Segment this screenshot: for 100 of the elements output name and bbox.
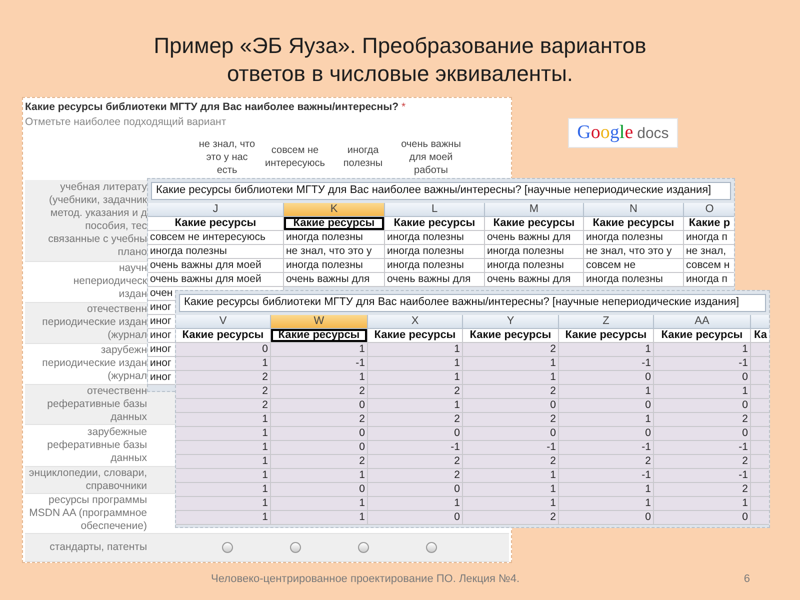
table-cell: 2	[463, 455, 559, 469]
table-cell: иногда п	[684, 231, 734, 245]
table-cell: -1	[368, 441, 463, 455]
docs-logo: Google docs	[568, 118, 678, 148]
table-cell: 2	[271, 413, 368, 427]
table-cell: очень важны для моей	[148, 259, 284, 273]
table-cell: не знал,	[684, 245, 734, 259]
option-label: очень важны для моей работы	[400, 138, 462, 177]
column-header[interactable]: K	[284, 203, 385, 217]
table-cell: -1	[463, 441, 559, 455]
table-cell: иногда полезны	[284, 259, 385, 273]
table-cell: 1	[559, 385, 654, 399]
column-header[interactable]: Y	[463, 315, 559, 329]
table-cell: очень важны для	[485, 273, 584, 287]
table-cell: 2	[271, 455, 368, 469]
column-header[interactable]: Z	[559, 315, 654, 329]
table-cell: 1	[271, 511, 368, 525]
column-header[interactable]: W	[271, 315, 368, 329]
table-cell: 1	[271, 343, 368, 357]
table-cell: 0	[368, 511, 463, 525]
table-cell: 2	[368, 469, 463, 483]
table-cell: не знал, что это у	[284, 245, 385, 259]
table-cell: 0	[654, 427, 751, 441]
table-cell: 2	[176, 385, 271, 399]
question-text: Какие ресурсы библиотеки МГТУ для Вас наиболее важны/интересны? *	[25, 101, 407, 113]
table-cell: 2	[368, 455, 463, 469]
column-header[interactable]: V	[176, 315, 271, 329]
table-cell: 2	[368, 413, 463, 427]
hint-text: Отметьте наиболее подходящий вариант	[25, 116, 228, 128]
column-header[interactable]: J	[148, 203, 284, 217]
table-cell: 0	[271, 427, 368, 441]
header-cell: Какие ресурсы	[284, 217, 385, 231]
table-cell: -1	[654, 441, 751, 455]
header-cell: Какие ресурсы	[463, 329, 559, 343]
table-cell: иногда полезны	[385, 259, 485, 273]
table-cell: совсем не интересуюсь	[148, 231, 284, 245]
table-cell: 2	[368, 385, 463, 399]
radio-button[interactable]	[426, 542, 436, 554]
column-header[interactable]: N	[584, 203, 684, 217]
row-label: зарубежные реферативные базы данных	[46, 426, 147, 465]
header-cell: Какие ресурсы	[271, 329, 368, 343]
table-cell: иногда полезны	[385, 231, 485, 245]
table-cell: иногда полезны	[148, 245, 284, 259]
table-cell: очень важны для	[385, 273, 485, 287]
radio-button[interactable]	[290, 542, 300, 554]
table-cell: 1	[463, 371, 559, 385]
column-header[interactable]	[751, 315, 769, 329]
table-cell: 0	[463, 399, 559, 413]
table-cell: 1	[559, 343, 654, 357]
table-cell: 0	[559, 511, 654, 525]
radio-button[interactable]	[358, 542, 368, 554]
table-cell: 1	[176, 455, 271, 469]
table-cell: 1	[271, 497, 368, 511]
table-cell: 1	[176, 427, 271, 441]
table-cell: 0	[654, 371, 751, 385]
table-cell: 0	[271, 483, 368, 497]
column-header[interactable]: AA	[654, 315, 751, 329]
option-label: не знал, что это у нас есть	[198, 138, 256, 177]
table-cell: 1	[176, 357, 271, 371]
table-cell: 1	[176, 413, 271, 427]
header-cell: Какие ресурсы	[559, 329, 654, 343]
table-cell: -1	[559, 357, 654, 371]
header-cell: Какие ресурсы	[584, 217, 684, 231]
table-cell: 2	[271, 385, 368, 399]
table-cell: 1	[176, 469, 271, 483]
radio-button[interactable]	[222, 542, 232, 554]
table-cell: -1	[559, 469, 654, 483]
row-label: ресурсы программы MSDN AA (программное обеспечение)	[28, 494, 147, 534]
footer-text: Человеко-центрированное проектирование ПО. Лекция №4.	[211, 573, 520, 585]
table-cell: -1	[271, 357, 368, 371]
table-cell: 1	[559, 413, 654, 427]
formula-bar[interactable]: Какие ресурсы библиотеки МГТУ для Вас наиболее важны/интересны? [научные непериодические издания]	[151, 182, 731, 200]
column-header[interactable]: X	[368, 315, 463, 329]
page-number: 6	[744, 573, 750, 585]
table-cell: очень важны для	[485, 231, 584, 245]
table-cell: 1	[368, 371, 463, 385]
table-cell: 2	[654, 413, 751, 427]
table-cell: 1	[176, 441, 271, 455]
table-cell: иногда полезны	[284, 231, 385, 245]
table-cell: -1	[559, 441, 654, 455]
column-header[interactable]: L	[385, 203, 485, 217]
table-cell: 1	[559, 497, 654, 511]
header-cell: Какие ресурсы	[485, 217, 584, 231]
column-header[interactable]: O	[684, 203, 734, 217]
table-cell: 1	[176, 483, 271, 497]
table-cell: иногда полезны	[485, 259, 584, 273]
table-cell: 1	[368, 497, 463, 511]
header-cell: Какие ресурсы	[176, 329, 271, 343]
column-header[interactable]: M	[485, 203, 584, 217]
table-cell: 2	[559, 455, 654, 469]
table-cell: 1	[463, 483, 559, 497]
row-label: стандарты, патенты	[48, 541, 147, 554]
option-label: иногда полезны	[342, 144, 384, 170]
table-cell: 0	[368, 483, 463, 497]
table-cell: 2	[176, 399, 271, 413]
formula-bar[interactable]: Какие ресурсы библиотеки МГТУ для Вас наиболее важны/интересны? [научные непериодические издания]	[179, 294, 766, 312]
table-cell: 1	[368, 399, 463, 413]
table-cell: 0	[559, 427, 654, 441]
table-cell: 0	[654, 511, 751, 525]
table-cell: иногда п	[684, 273, 734, 287]
